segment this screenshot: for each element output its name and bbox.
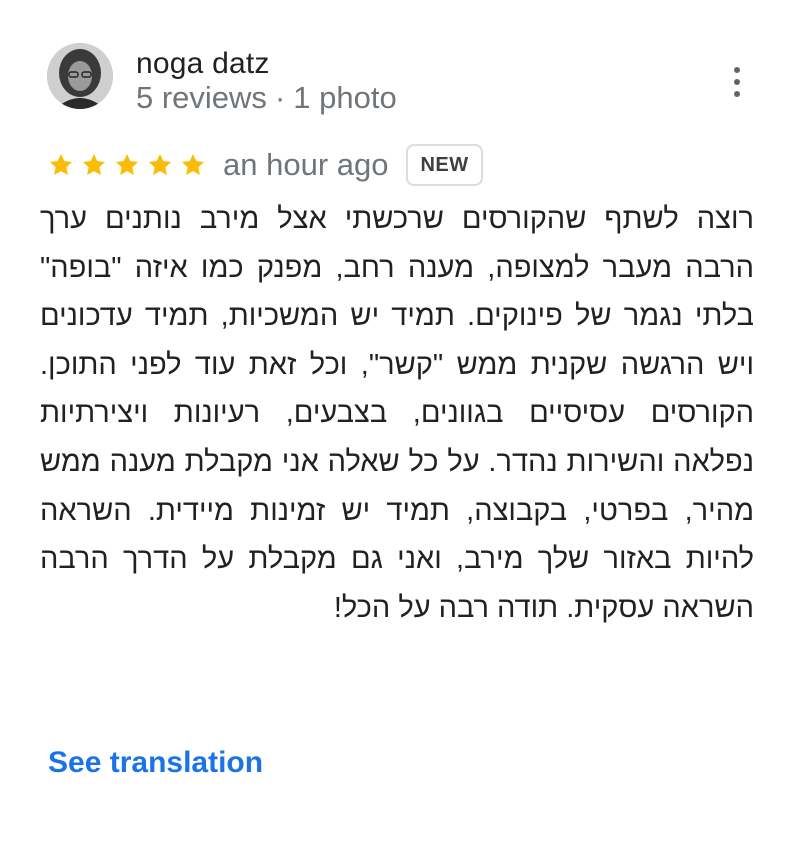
star-icon	[147, 152, 173, 178]
star-rating	[48, 152, 213, 178]
more-vert-icon-dot	[734, 79, 740, 85]
more-vert-icon	[734, 67, 740, 73]
review-time: an hour ago	[223, 147, 389, 182]
star-icon	[180, 152, 206, 178]
avatar-photo	[47, 43, 113, 109]
photos-count: 1 photo	[293, 80, 397, 115]
author-name[interactable]: noga datz	[136, 46, 270, 82]
more-vert-icon-dot	[734, 91, 740, 97]
review-card: noga datz 5 reviews · 1 photo an hour ago …	[0, 0, 786, 848]
rating-row: an hour ago NEW	[48, 143, 483, 187]
more-options-button[interactable]	[722, 64, 752, 100]
review-text: רוצה לשתף שהקורסים שרכשתי אצל מירב נותני…	[40, 203, 754, 624]
star-icon	[48, 152, 74, 178]
star-icon	[81, 152, 107, 178]
new-badge: NEW	[406, 144, 483, 186]
reviews-count: 5 reviews	[136, 80, 267, 115]
author-meta: 5 reviews · 1 photo	[136, 79, 397, 117]
star-icon	[114, 152, 140, 178]
see-translation-link[interactable]: See translation	[48, 743, 263, 783]
meta-separator: ·	[274, 80, 286, 115]
avatar[interactable]	[47, 43, 113, 109]
